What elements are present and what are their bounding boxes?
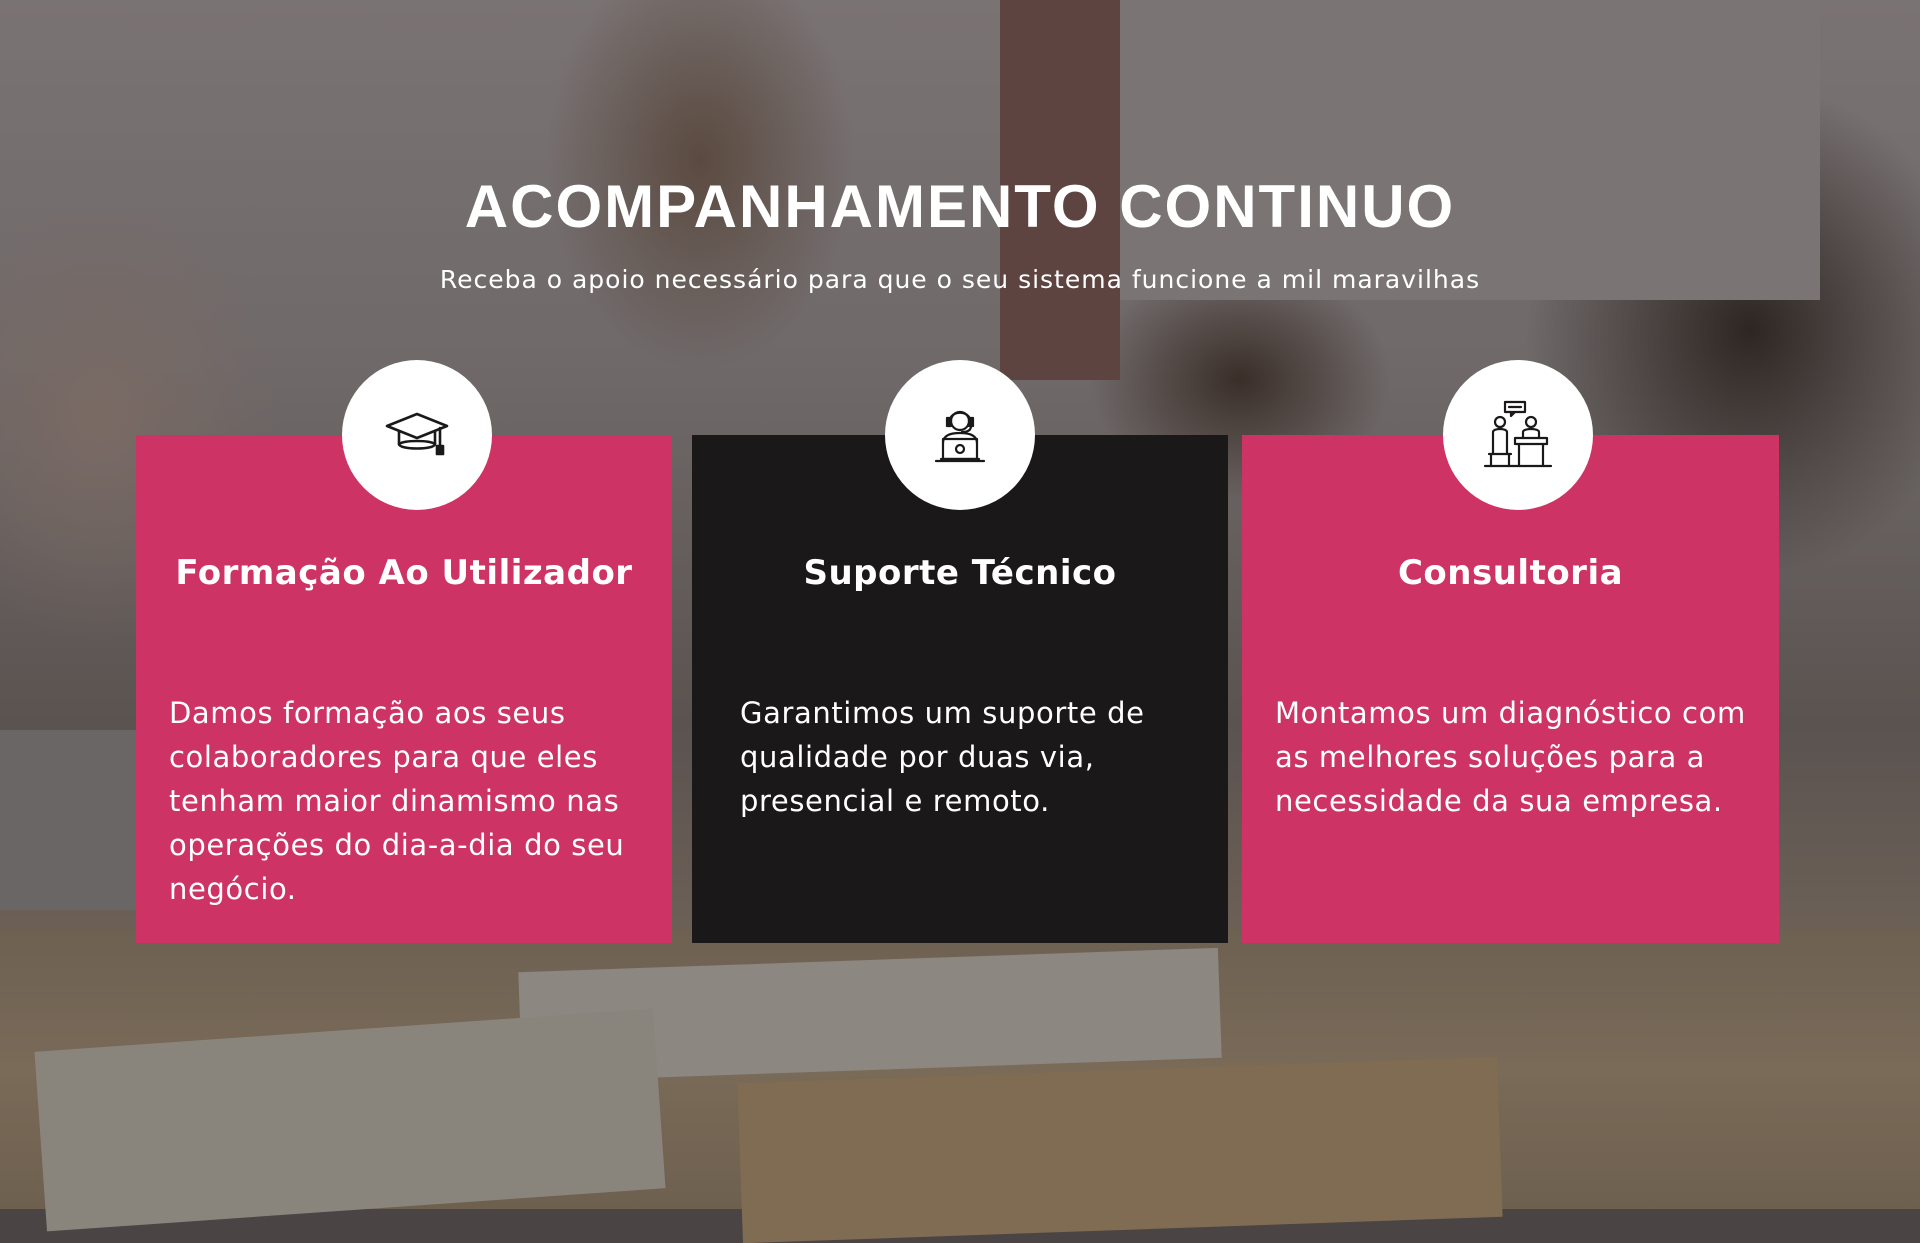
card-title: Consultoria	[1397, 553, 1624, 593]
card-description: Garantimos um suporte de qualidade por d…	[740, 696, 1145, 818]
service-card-formacao: Formação Ao Utilizador Damos formação ao…	[136, 435, 672, 943]
section-subtitle: Receba o apoio necessário para que o seu…	[439, 265, 1481, 294]
card-description: Montamos um diagnóstico com as melhores …	[1275, 696, 1746, 818]
card-title: Suporte Técnico	[803, 553, 1117, 593]
graduation-cap-icon	[342, 360, 492, 510]
card-description: Damos formação aos seus colaboradores pa…	[169, 696, 625, 906]
service-card-consultoria: Consultoria Montamos um diagnóstico com …	[1242, 435, 1779, 943]
support-agent-icon	[885, 360, 1035, 510]
service-card-suporte: Suporte Técnico Garantimos um suporte de…	[692, 435, 1228, 943]
card-title: Formação Ao Utilizador	[175, 553, 633, 593]
services-section: ACOMPANHAMENTO CONTINUO Receba o apoio n…	[0, 0, 1920, 1209]
section-title: ACOMPANHAMENTO CONTINUO	[464, 173, 1456, 240]
consultation-icon	[1443, 360, 1593, 510]
